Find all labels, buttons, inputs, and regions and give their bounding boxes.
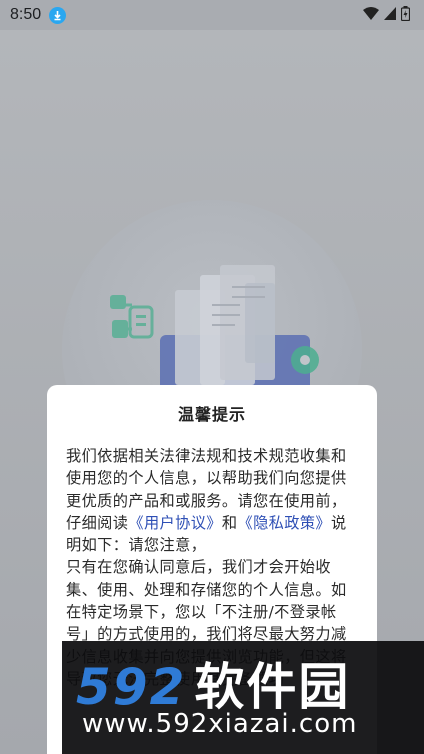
watermark-url: www.592xiazai.com — [82, 709, 358, 739]
status-bar: 8:50 — [0, 0, 424, 30]
dialog-and-text: 和 — [221, 513, 238, 532]
watermark-logo-text: 软件园 — [194, 658, 351, 716]
privacy-policy-link[interactable]: 《隐私政策》 — [237, 514, 331, 532]
download-icon — [49, 6, 67, 24]
privacy-illustration — [100, 235, 330, 395]
watermark-overlay: 592 软件园 www.592xiazai.com — [62, 641, 424, 754]
status-time: 8:50 — [10, 6, 42, 23]
watermark-logo-number: 592 — [76, 658, 187, 716]
dialog-title: 温馨提示 — [177, 405, 246, 424]
user-agreement-link[interactable]: 《用户协议》 — [128, 514, 222, 532]
signal-icon — [384, 6, 396, 24]
wifi-icon — [363, 6, 379, 24]
battery-icon — [400, 5, 411, 25]
